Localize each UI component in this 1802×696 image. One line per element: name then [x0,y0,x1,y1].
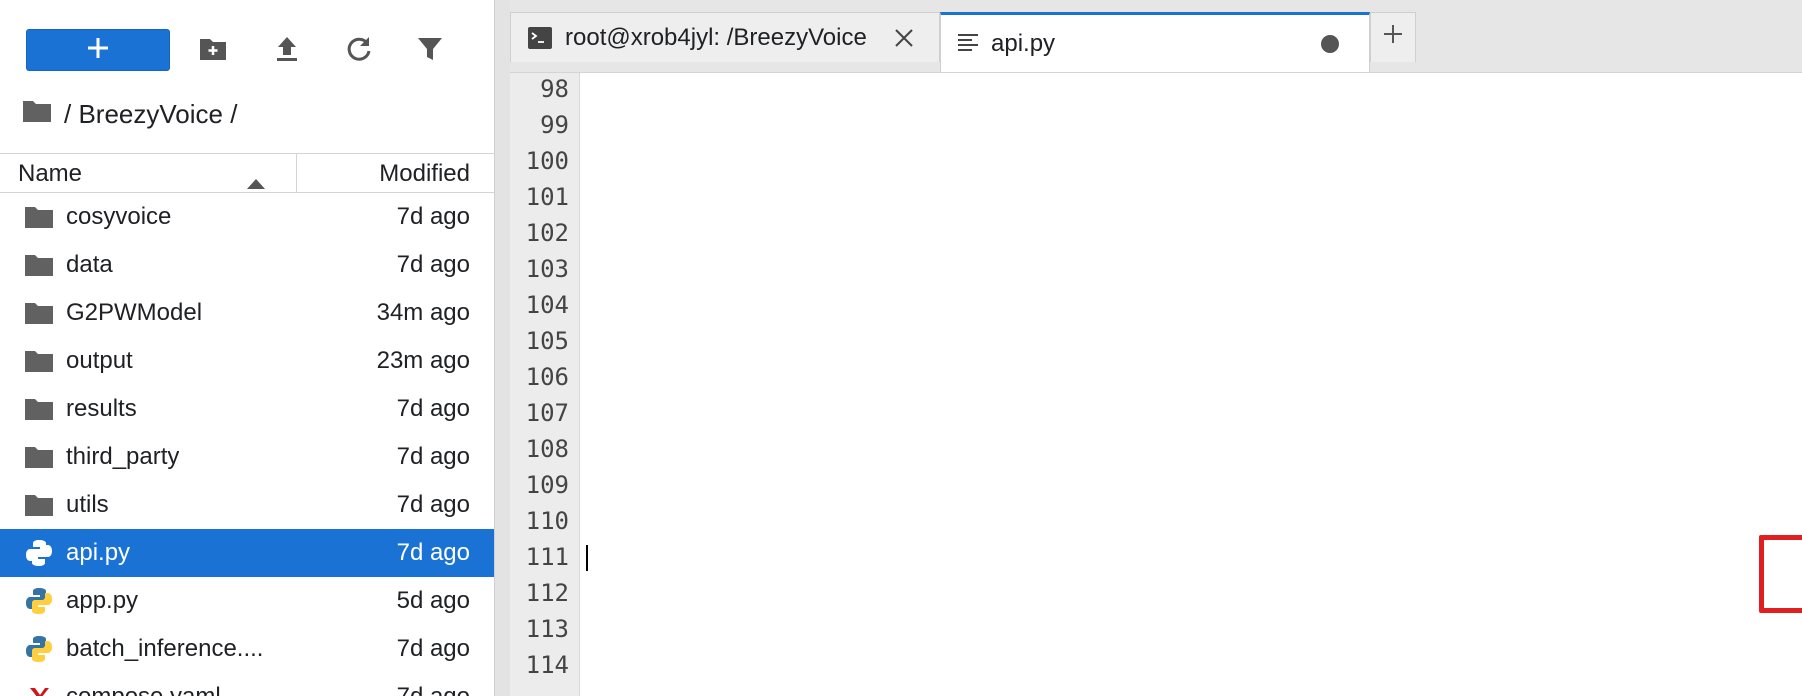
line-number: 102 [525,219,569,247]
file-modified: 7d ago [397,683,470,696]
file-modified: 7d ago [396,203,470,230]
file-name: data [66,251,113,278]
file-row-compose-yaml[interactable]: compose.yaml 7d ago [0,673,494,696]
folder-icon [24,299,54,327]
file-modified: 5d ago [396,587,470,614]
file-browser-toolbar [0,0,494,100]
file-modified: 7d ago [396,251,470,278]
text-cursor [586,545,588,571]
file-list-header: Name Modified [0,153,494,193]
plus-icon [85,35,111,66]
file-row-data[interactable]: data 7d ago [0,241,494,289]
port-highlight-annotation [1759,535,1802,613]
file-name: batch_inference.... [66,635,264,662]
file-name: compose.yaml [66,683,221,696]
terminal-icon [527,26,553,50]
line-number: 107 [525,399,569,427]
file-modified: 23m ago [376,347,470,374]
line-number: 113 [525,615,569,643]
file-name: output [66,347,133,374]
filter-icon[interactable] [415,34,445,64]
file-name: third_party [66,443,180,470]
file-list: cosyvoice 7d ago data 7d ago G2PWModel 3… [0,193,494,696]
file-row-cosyvoice[interactable]: cosyvoice 7d ago [0,193,494,241]
new-folder-icon[interactable] [198,34,228,64]
line-number: 108 [525,435,569,463]
tab-terminal[interactable]: root@xrob4jyl: /BreezyVoice [510,12,940,62]
folder-icon [24,251,54,279]
line-number: 111 [525,543,569,571]
line-number: 112 [525,579,569,607]
editor-tab-bar: root@xrob4jyl: /BreezyVoice api.py [510,0,1802,72]
folder-icon [24,347,54,375]
file-name: app.py [66,587,139,614]
file-row-g2pwmodel[interactable]: G2PWModel 34m ago [0,289,494,337]
line-number: 114 [525,651,569,679]
file-row-api-py[interactable]: api.py 7d ago [0,529,494,577]
line-number: 100 [525,147,569,175]
line-number: 106 [525,363,569,391]
line-number: 105 [525,327,569,355]
tab-terminal-label: root@xrob4jyl: /BreezyVoice [565,23,867,51]
file-modified: 7d ago [396,395,470,422]
close-icon[interactable] [893,27,915,49]
python-icon [24,539,54,567]
file-row-output[interactable]: output 23m ago [0,337,494,385]
file-modified: 34m ago [376,299,470,326]
folder-icon [24,443,54,471]
line-number: 109 [525,471,569,499]
file-row-app-py[interactable]: app.py 5d ago [0,577,494,625]
unsaved-dot-icon[interactable] [1321,34,1339,53]
file-row-results[interactable]: results 7d ago [0,385,494,433]
column-divider[interactable] [296,154,297,192]
yaml-icon [24,683,54,696]
file-name: G2PWModel [66,299,203,326]
code-editor[interactable]: 98 99 100 101 102 103 104 105 106 107 10… [510,72,1802,696]
line-number: 99 [540,111,569,139]
upload-icon[interactable] [272,34,302,64]
line-number-gutter: 98 99 100 101 102 103 104 105 106 107 10… [510,73,580,696]
tab-api-py-label: api.py [991,29,1056,57]
file-modified: 7d ago [396,443,470,470]
refresh-icon[interactable] [344,34,374,64]
tab-api-py[interactable]: api.py [940,12,1370,72]
plus-icon [1382,23,1404,52]
breadcrumb-path[interactable]: / BreezyVoice / [64,99,237,130]
folder-icon [22,99,52,130]
code-line-import [586,539,588,575]
folder-icon [24,395,54,423]
file-row-third-party[interactable]: third_party 7d ago [0,433,494,481]
file-name: utils [66,491,109,518]
file-name: cosyvoice [66,203,172,230]
line-number: 110 [525,507,569,535]
text-file-icon [957,33,979,55]
new-launcher-button[interactable] [26,29,170,71]
panel-splitter[interactable] [494,0,510,696]
folder-icon [24,491,54,519]
file-row-utils[interactable]: utils 7d ago [0,481,494,529]
line-number: 101 [525,183,569,211]
line-number: 98 [540,75,569,103]
python-icon [24,635,54,663]
name-column-header[interactable]: Name [18,160,82,188]
file-browser: / BreezyVoice / Name Modified cosyvoice … [0,0,494,696]
breadcrumb[interactable]: / BreezyVoice / [22,96,237,132]
python-icon [24,587,54,615]
line-number: 103 [525,255,569,283]
modified-column-header[interactable]: Modified [379,160,470,188]
add-tab-button[interactable] [1370,12,1416,62]
folder-icon [24,203,54,231]
line-number: 104 [525,291,569,319]
file-name: results [66,395,137,422]
file-row-batch-inference[interactable]: batch_inference.... 7d ago [0,625,494,673]
file-name: api.py [66,539,131,566]
file-modified: 7d ago [396,491,470,518]
file-modified: 7d ago [396,635,470,662]
file-modified: 7d ago [396,539,470,566]
